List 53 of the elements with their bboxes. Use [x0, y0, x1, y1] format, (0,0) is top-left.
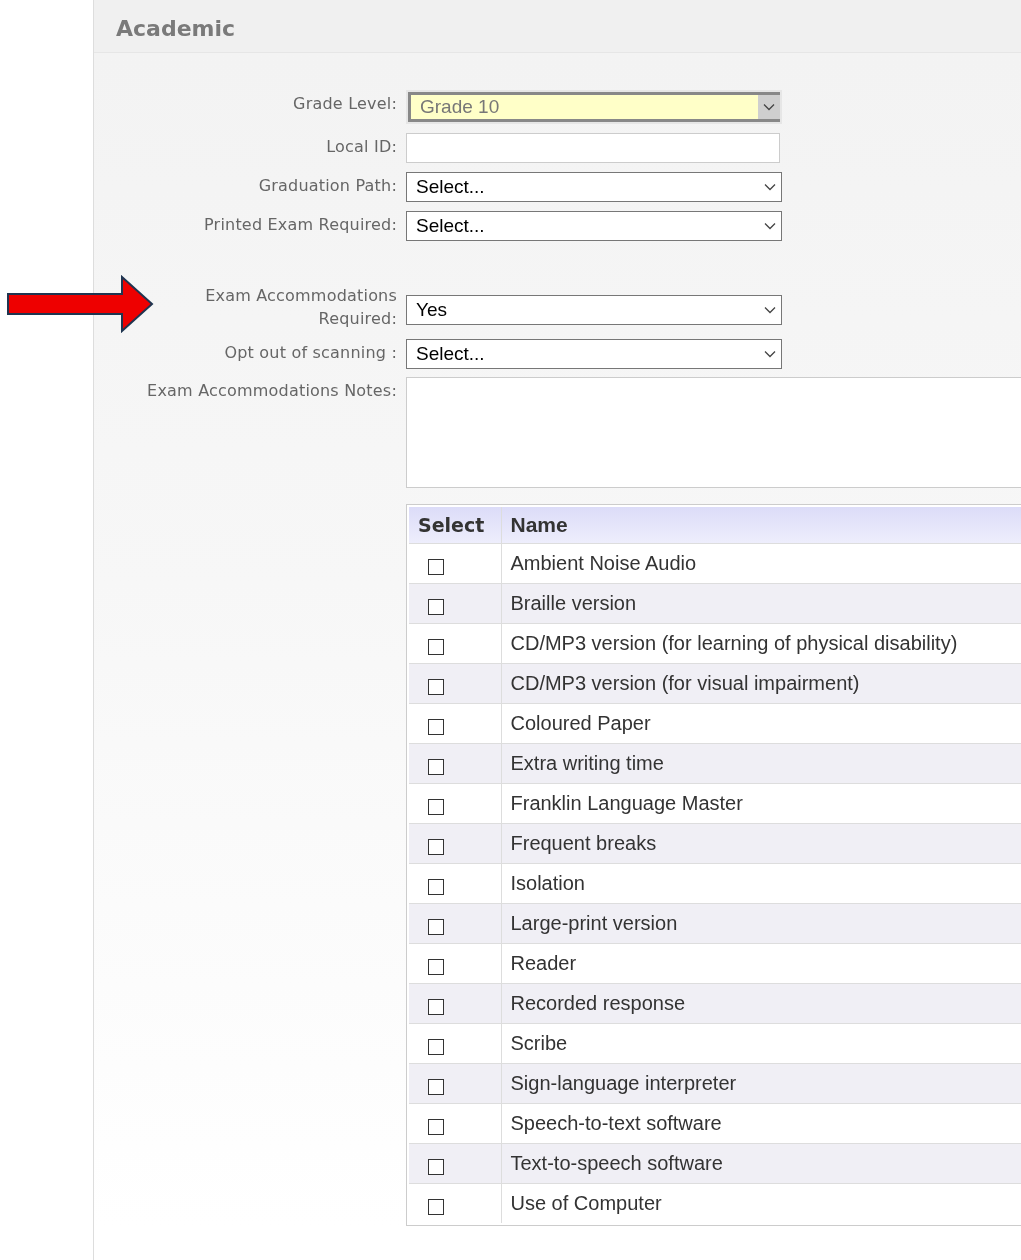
checkbox[interactable]: [428, 1038, 444, 1055]
table-cell: Coloured Paper: [510, 712, 651, 734]
checkbox[interactable]: [428, 1158, 444, 1175]
checkbox[interactable]: [428, 798, 444, 815]
table-cell: Text-to-speech software: [510, 1152, 723, 1174]
field-label: Grade Level:: [293, 94, 397, 113]
checkbox[interactable]: [428, 1198, 444, 1215]
section-title: Academic: [116, 16, 236, 41]
table-cell: Extra writing time: [510, 752, 664, 774]
field-label: Opt out of scanning :: [224, 343, 397, 362]
table-cell: CD/MP3 version (for learning of physical disability): [510, 632, 958, 654]
checkbox[interactable]: [428, 918, 444, 935]
table-cell: Sign-language interpreter: [510, 1072, 737, 1094]
table-cell: Isolation: [510, 872, 585, 894]
checkbox[interactable]: [428, 998, 444, 1015]
table-cell: Recorded response: [510, 992, 686, 1014]
table-cell: Speech-to-text software: [510, 1112, 722, 1134]
table-cell: Scribe: [510, 1032, 568, 1054]
dropdown[interactable]: Yes: [406, 295, 782, 325]
checkbox[interactable]: [428, 718, 444, 735]
text-field[interactable]: [406, 133, 780, 163]
field-label: Exam Accommodations Notes:: [147, 381, 397, 400]
table-cell: Frequent breaks: [510, 832, 657, 854]
checkbox[interactable]: [428, 758, 444, 775]
dropdown[interactable]: Select...: [406, 172, 782, 202]
checkbox[interactable]: [428, 558, 444, 575]
chevron-down-icon: [764, 222, 776, 230]
field-label: Graduation Path:: [258, 176, 397, 195]
checkbox[interactable]: [428, 1118, 444, 1135]
dropdown[interactable]: Select...: [406, 339, 782, 369]
checkbox[interactable]: [428, 878, 444, 895]
notes-field[interactable]: [406, 377, 1021, 488]
chevron-down-icon: [764, 306, 776, 314]
chevron-down-icon: [764, 183, 776, 191]
table-cell: Franklin Language Master: [510, 792, 743, 814]
dropdown[interactable]: Select...: [406, 211, 782, 241]
chevron-down-icon: [764, 350, 776, 358]
checkbox[interactable]: [428, 958, 444, 975]
table-cell: Braille version: [510, 592, 637, 614]
checkbox[interactable]: [428, 598, 444, 615]
checkbox[interactable]: [428, 1078, 444, 1095]
field-label: Exam Accommodations Required:: [204, 285, 397, 330]
checkbox[interactable]: [428, 638, 444, 655]
checkbox[interactable]: [428, 678, 444, 695]
table-cell: Ambient Noise Audio: [510, 552, 697, 574]
table-cell: CD/MP3 version (for visual impairment): [510, 672, 860, 694]
table-cell: Use of Computer: [510, 1192, 662, 1215]
table-cell: Large-print version: [510, 912, 678, 934]
table-cell: Reader: [510, 952, 577, 974]
chevron-down-icon: [763, 103, 775, 111]
checkbox[interactable]: [428, 838, 444, 855]
field-label: Local ID:: [326, 137, 397, 156]
field-label: Printed Exam Required:: [204, 215, 397, 234]
